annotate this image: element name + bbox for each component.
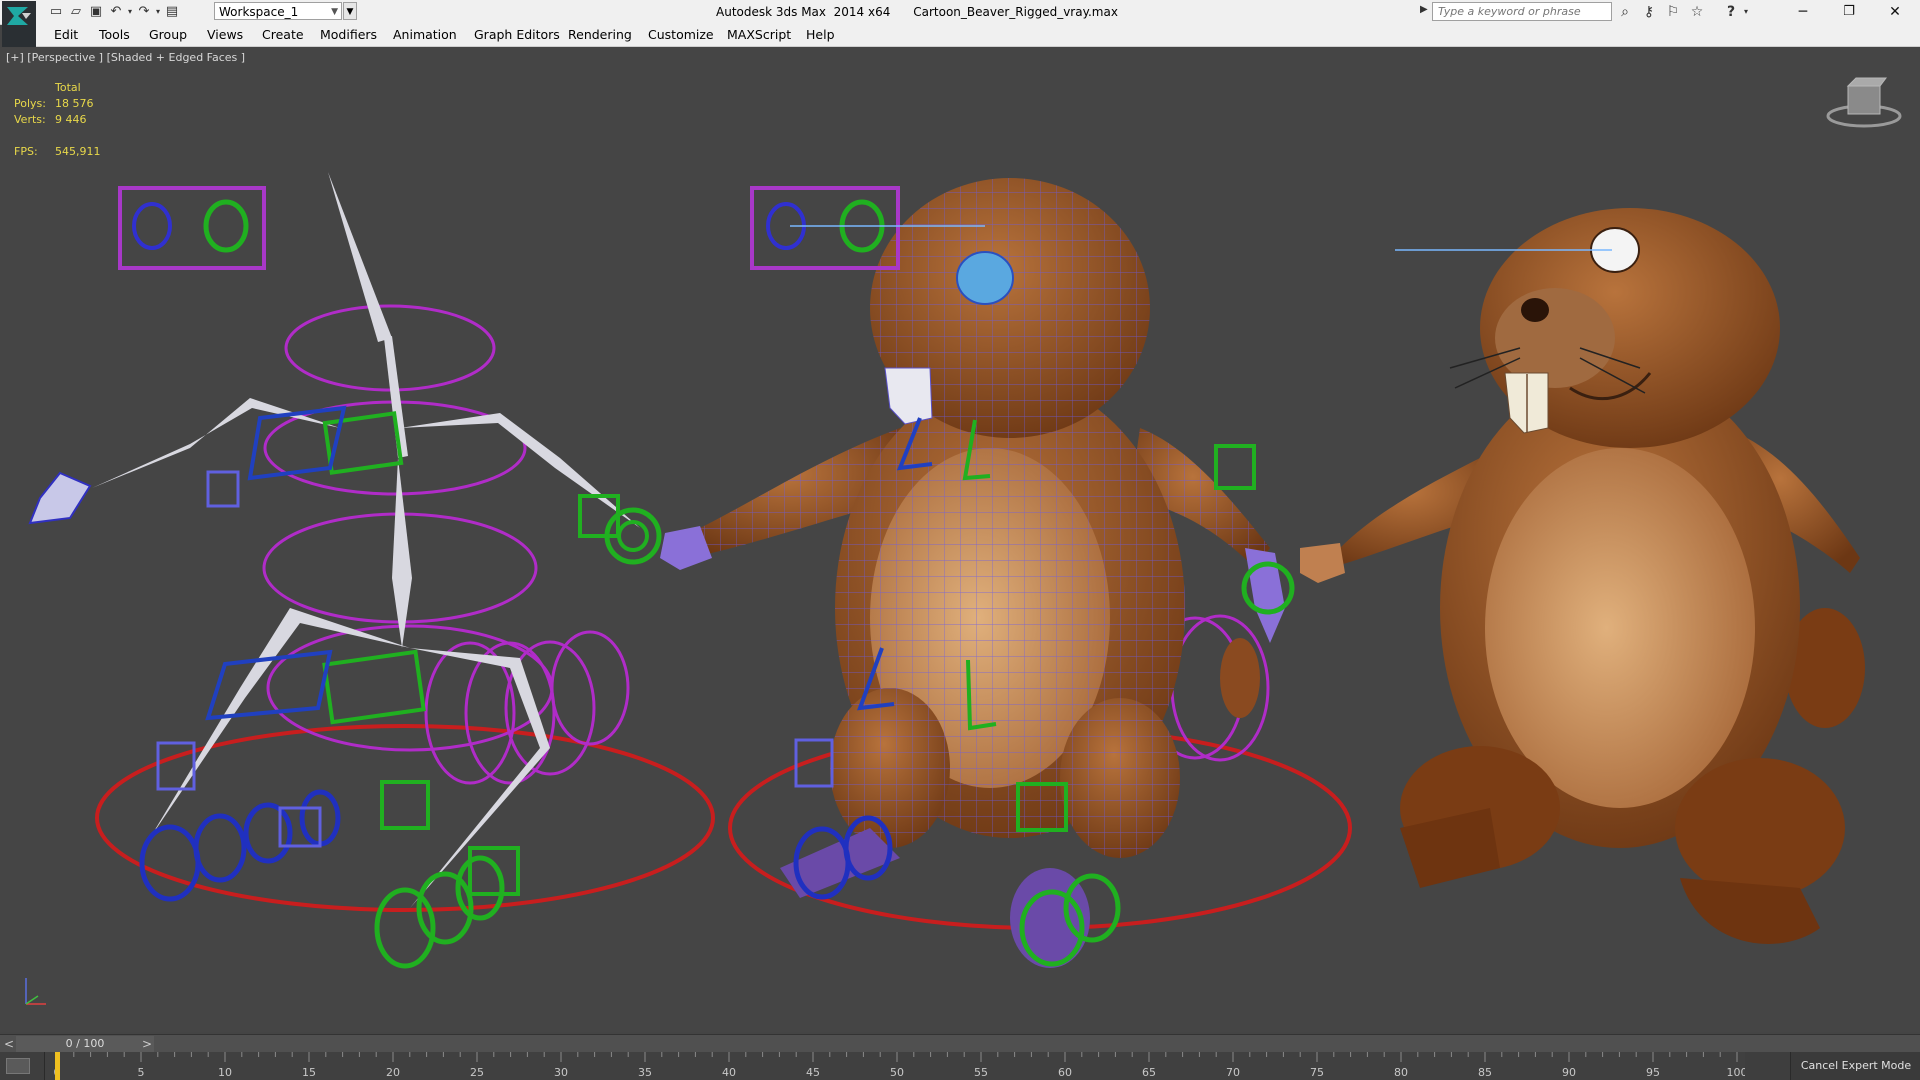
search-expand-icon[interactable]: ▶ — [1420, 4, 1428, 15]
menu-tools[interactable]: Tools — [99, 24, 130, 46]
file-name: Cartoon_Beaver_Rigged_vray.max — [913, 5, 1118, 19]
time-slider[interactable]: < 0 / 100 > — [0, 1034, 1920, 1053]
track-tick-label: 90 — [1562, 1066, 1576, 1079]
menu-maxscript[interactable]: MAXScript — [727, 24, 791, 46]
track-tick-label: 95 — [1646, 1066, 1660, 1079]
help-dropdown-icon[interactable]: ▾ — [1740, 2, 1752, 22]
track-tick-label: 85 — [1478, 1066, 1492, 1079]
quick-access-dropdown[interactable]: ▼ — [343, 2, 357, 20]
track-tick-label: 100 — [1727, 1066, 1746, 1079]
new-file-icon[interactable]: ▭ — [46, 3, 66, 21]
track-ruler[interactable]: 0510152025303540455055606570758085909510… — [44, 1052, 1745, 1080]
menu-bar: Edit Tools Group Views Create Modifiers … — [36, 24, 1920, 47]
fps-label: FPS: — [14, 145, 38, 158]
chevron-down-icon: ▼ — [331, 7, 338, 17]
beaver-shaded-model[interactable] — [1300, 208, 1865, 944]
menu-modifiers[interactable]: Modifiers — [320, 24, 377, 46]
menu-create[interactable]: Create — [262, 24, 304, 46]
cancel-expert-mode-button[interactable]: Cancel Expert Mode — [1790, 1052, 1920, 1080]
track-tick-label: 10 — [218, 1066, 232, 1079]
restore-button[interactable]: ❐ — [1826, 0, 1872, 24]
track-tick-label: 30 — [554, 1066, 568, 1079]
fps-value: 545,911 — [55, 145, 101, 158]
track-tick-label: 75 — [1310, 1066, 1324, 1079]
current-frame-marker[interactable] — [55, 1052, 60, 1080]
menu-animation[interactable]: Animation — [393, 24, 457, 46]
verts-label: Verts: — [14, 113, 46, 126]
axis-tripod-icon — [25, 978, 46, 1005]
track-tick-label: 40 — [722, 1066, 736, 1079]
perspective-viewport[interactable]: [+] [Perspective ] [Shaded + Edged Faces… — [0, 48, 1920, 1032]
viewport-label[interactable]: [+] [Perspective ] [Shaded + Edged Faces… — [6, 51, 245, 64]
track-tick-label: 20 — [386, 1066, 400, 1079]
app-logo[interactable] — [2, 1, 36, 47]
track-tick-label: 35 — [638, 1066, 652, 1079]
time-slider-thumb[interactable]: 0 / 100 — [16, 1036, 154, 1052]
menu-customize[interactable]: Customize — [648, 24, 714, 46]
open-file-icon[interactable]: ▱ — [66, 3, 86, 21]
communication-center-icon[interactable]: ⚐ — [1662, 2, 1684, 22]
polys-value: 18 576 — [55, 97, 94, 110]
stats-header: Total — [55, 81, 81, 94]
viewcube-icon[interactable] — [1824, 70, 1904, 130]
mini-curve-editor-icon[interactable] — [6, 1058, 30, 1074]
help-icon[interactable]: ? — [1720, 2, 1742, 22]
close-button[interactable]: ✕ — [1872, 0, 1918, 24]
menu-help[interactable]: Help — [806, 24, 835, 46]
menu-views[interactable]: Views — [207, 24, 243, 46]
menu-graph-editors[interactable]: Graph Editors — [474, 24, 560, 46]
track-bar[interactable]: 0510152025303540455055606570758085909510… — [0, 1052, 1920, 1080]
max-logo-icon — [7, 7, 31, 25]
track-tick-label: 80 — [1394, 1066, 1408, 1079]
window-title: Autodesk 3ds Max 2014 x64 Cartoon_Beaver… — [716, 0, 1118, 24]
app-name: Autodesk 3ds Max 2014 x64 — [716, 5, 891, 19]
prev-frame-icon[interactable]: < — [2, 1035, 16, 1053]
track-tick-label: 15 — [302, 1066, 316, 1079]
search-input[interactable] — [1432, 2, 1612, 21]
track-tick-label: 50 — [890, 1066, 904, 1079]
menu-edit[interactable]: Edit — [54, 24, 78, 46]
track-tick-label: 5 — [138, 1066, 145, 1079]
track-tick-label: 65 — [1142, 1066, 1156, 1079]
project-folder-icon[interactable]: ▤ — [162, 3, 182, 21]
scene-render — [28, 172, 1865, 969]
rig-skeleton[interactable] — [28, 172, 715, 969]
workspace-selector[interactable]: Workspace_1 ▼ — [214, 2, 342, 20]
verts-value: 9 446 — [55, 113, 87, 126]
track-tick-label: 55 — [974, 1066, 988, 1079]
minimize-button[interactable]: ─ — [1780, 0, 1826, 24]
save-file-icon[interactable]: ▣ — [86, 3, 106, 21]
track-tick-label: 60 — [1058, 1066, 1072, 1079]
track-tick-label: 25 — [470, 1066, 484, 1079]
favorites-star-icon[interactable]: ☆ — [1686, 2, 1708, 22]
menu-rendering[interactable]: Rendering — [568, 24, 632, 46]
subscription-key-icon[interactable]: ⚷ — [1638, 2, 1660, 22]
beaver-wireframe-model[interactable] — [660, 178, 1352, 968]
workspace-name: Workspace_1 — [219, 5, 299, 19]
track-tick-label: 70 — [1226, 1066, 1240, 1079]
binoculars-icon[interactable]: ⌕ — [1614, 2, 1636, 22]
polys-label: Polys: — [14, 97, 46, 110]
menu-group[interactable]: Group — [149, 24, 187, 46]
title-bar: ▭ ▱ ▣ ↶ ▾ ↷ ▾ ▤ Workspace_1 ▼ ▼ Autodesk … — [0, 0, 1920, 25]
next-frame-icon[interactable]: > — [140, 1035, 154, 1053]
track-tick-label: 45 — [806, 1066, 820, 1079]
